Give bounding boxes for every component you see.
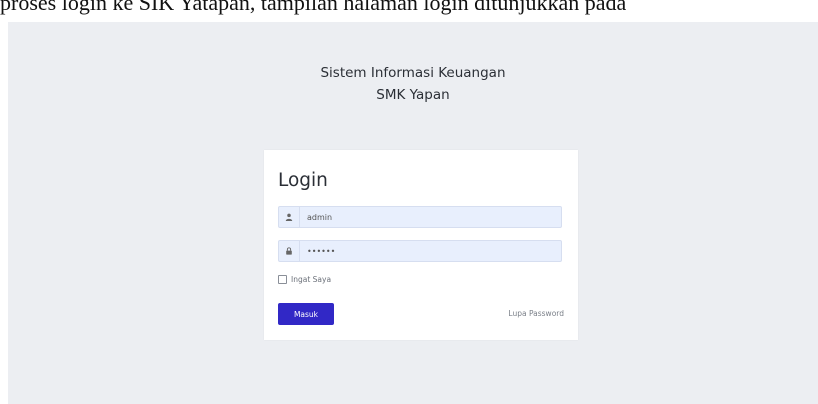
username-field-group[interactable] xyxy=(278,206,562,228)
remember-me-label: Ingat Saya xyxy=(291,275,332,284)
login-card: Login Ingat Saya Masuk xyxy=(264,150,578,340)
forgot-password-link[interactable]: Lupa Password xyxy=(508,309,564,318)
login-heading: Login xyxy=(278,170,328,191)
app-title-line-1: Sistem Informasi Keuangan xyxy=(320,65,506,81)
document-caption-text: proses login ke SIK Yatapan, tampilan ha… xyxy=(0,0,627,15)
username-input[interactable] xyxy=(307,207,547,227)
password-input[interactable] xyxy=(307,241,547,261)
login-submit-button[interactable]: Masuk xyxy=(278,303,334,325)
remember-me[interactable]: Ingat Saya xyxy=(278,275,331,284)
user-icon xyxy=(279,207,300,227)
app-title: Sistem Informasi Keuangan SMK Yapan xyxy=(8,62,818,106)
remember-me-checkbox[interactable] xyxy=(278,275,287,284)
login-page: Sistem Informasi Keuangan SMK Yapan Logi… xyxy=(8,22,818,404)
app-title-line-2: SMK Yapan xyxy=(376,87,450,103)
lock-icon xyxy=(279,241,300,261)
password-field-group[interactable] xyxy=(278,240,562,262)
